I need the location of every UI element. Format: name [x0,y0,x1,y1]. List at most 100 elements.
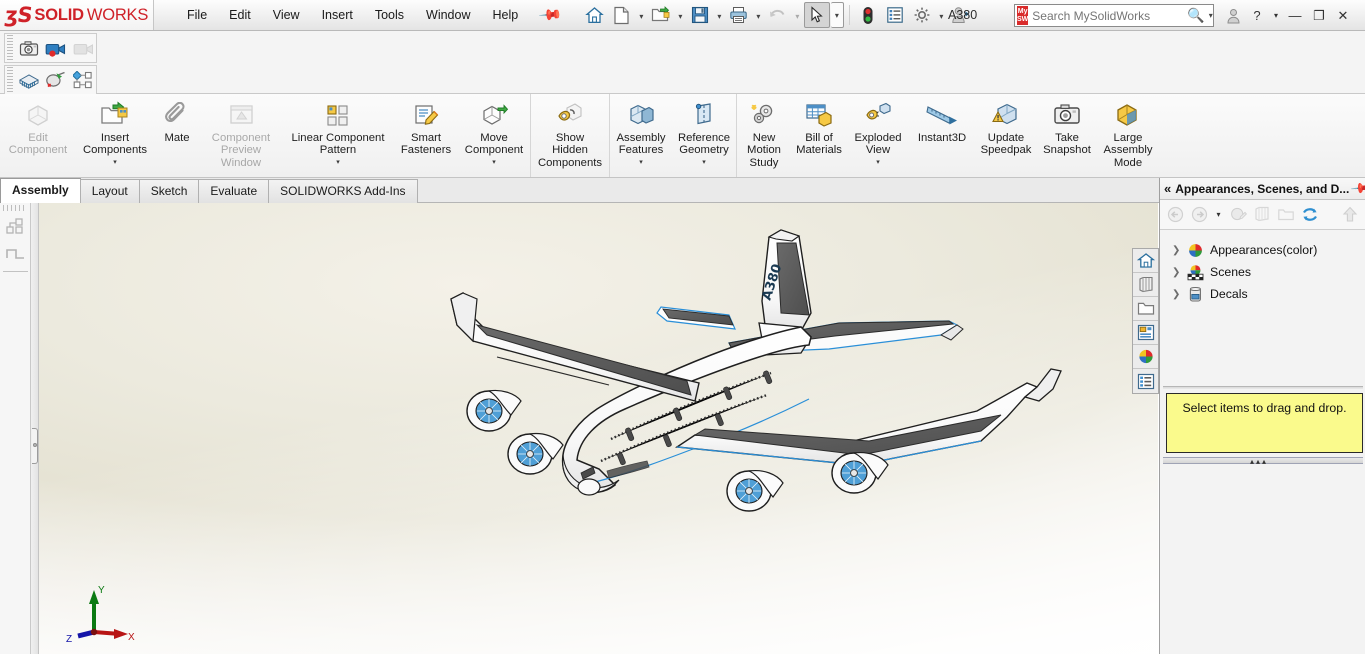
tree-item-appearances[interactable]: ❯ Appearances(color) [1164,239,1365,261]
assembly-features[interactable]: Assembly Features ▾ [610,94,672,177]
feature-manager-icon[interactable] [1133,273,1158,297]
menu-edit[interactable]: Edit [218,4,262,26]
linear-pattern-caret-icon[interactable]: ▾ [336,158,340,166]
assembly-features-caret-icon[interactable]: ▾ [639,158,643,166]
back-arrow-icon[interactable] [1164,203,1187,227]
double-chevron-left-icon[interactable]: « [1164,181,1171,196]
new-motion-study[interactable]: New Motion Study [737,94,791,177]
close-button[interactable]: ✕ [1332,5,1354,26]
tab-layout[interactable]: Layout [79,179,140,203]
update-speedpak[interactable]: Update Speedpak [975,94,1037,177]
task-pane-resize-dots[interactable]: ▴▴▴ [1250,457,1268,466]
component-preview-window[interactable]: Component Preview Window [200,94,282,177]
appearances-sphere-icon[interactable] [1226,203,1249,227]
undo-icon[interactable] [765,2,791,28]
feature-tree-splitter[interactable] [31,203,39,654]
search-caret-icon[interactable]: ▾ [1207,11,1218,20]
select-cursor-icon[interactable] [803,2,830,28]
menu-view[interactable]: View [262,4,311,26]
help-dropdown-caret-icon[interactable]: ▾ [1270,5,1282,26]
sidebar-step-icon[interactable] [0,240,31,267]
search-input[interactable] [1032,8,1188,23]
tab-evaluate[interactable]: Evaluate [198,179,270,203]
move-component[interactable]: Move Component ▾ [458,94,530,177]
home-view-icon[interactable] [1133,249,1158,273]
menu-tools[interactable]: Tools [364,4,415,26]
menu-help[interactable]: Help [482,4,530,26]
account-icon[interactable] [1222,5,1244,26]
magnifier-icon[interactable]: 🔍 [1187,7,1206,24]
up-level-arrow-icon[interactable] [1338,203,1361,227]
save-caret-icon[interactable]: ▾ [714,3,725,27]
print-icon[interactable] [726,2,752,28]
minimize-button[interactable]: — [1284,5,1306,26]
stop-record-icon[interactable] [69,35,96,62]
rebuild-icon[interactable] [855,2,881,28]
mate[interactable]: Mate [154,94,200,177]
decals-folder-icon[interactable] [1274,203,1297,227]
check-sketch-icon[interactable] [42,67,69,94]
flowchart-icon[interactable] [69,67,96,94]
task-pane-divider[interactable] [1163,386,1363,389]
restore-button[interactable]: ❐ [1308,5,1330,26]
edit-component[interactable]: Edit Component [0,94,76,177]
help-question-icon[interactable]: ? [1246,5,1268,26]
print-caret-icon[interactable]: ▾ [753,3,764,27]
sidebar-flowchart-icon[interactable] [0,213,31,240]
splitter-handle-dot[interactable] [33,443,37,447]
tab-sketch[interactable]: Sketch [138,179,200,203]
insert-components[interactable]: Insert Components ▾ [76,94,154,177]
appearances-sphere-icon[interactable] [1133,345,1158,369]
smart-fasteners[interactable]: Smart Fasteners [394,94,458,177]
tree-item-decals[interactable]: ❯ Decals [1164,283,1365,305]
print3d-icon[interactable] [15,67,42,94]
toolbar-grip-2[interactable] [7,67,13,93]
instant3d[interactable]: Instant3D [909,94,975,177]
options-gear-icon[interactable] [909,2,935,28]
scenes-icon[interactable] [1250,203,1273,227]
reference-geometry-caret-icon[interactable]: ▾ [702,158,706,166]
expand-chevron-icon[interactable]: ❯ [1172,245,1181,256]
show-hidden-components[interactable]: Show Hidden Components [531,94,609,177]
file-properties-icon[interactable] [882,2,908,28]
solidworks-logo[interactable]: ʒS SOLID WORKS [0,0,154,30]
expand-chevron-icon-2[interactable]: ❯ [1172,267,1181,278]
exploded-view[interactable]: Exploded View ▾ [847,94,909,177]
new-document-icon[interactable] [609,2,635,28]
graphics-viewport[interactable]: A380 Y X Z [39,203,1158,654]
display-manager-icon[interactable] [1133,321,1158,345]
history-dropdown-caret-icon[interactable]: ▾ [1212,203,1225,227]
expand-chevron-icon-3[interactable]: ❯ [1172,289,1181,300]
tab-solidworks-addins[interactable]: SOLIDWORKS Add-Ins [268,179,418,203]
a380-assembly-model[interactable]: A380 [429,203,1109,543]
configuration-manager-icon[interactable] [1133,369,1158,393]
record-video-icon[interactable] [42,35,69,62]
move-component-caret-icon[interactable]: ▾ [492,158,496,166]
forward-arrow-icon[interactable] [1188,203,1211,227]
screen-capture-icon[interactable] [15,35,42,62]
new-document-caret-icon[interactable]: ▾ [636,3,647,27]
menu-file[interactable]: File [176,4,218,26]
folder-icon[interactable] [1133,297,1158,321]
exploded-view-caret-icon[interactable]: ▾ [876,158,880,166]
take-snapshot[interactable]: Take Snapshot [1037,94,1097,177]
undo-caret-icon[interactable]: ▾ [792,3,803,27]
insert-components-caret-icon[interactable]: ▾ [113,158,117,166]
select-caret-icon[interactable]: ▾ [830,2,844,28]
toolbar-grip[interactable] [7,35,13,61]
open-folder-icon[interactable] [648,2,674,28]
tree-item-scenes[interactable]: ❯ Scenes [1164,261,1365,283]
menu-insert[interactable]: Insert [311,4,364,26]
pin-icon[interactable]: 📌 [538,2,564,28]
search-mysolidworks-box[interactable]: My SW 🔍 ▾ [1014,4,1214,27]
refresh-icon[interactable] [1298,203,1321,227]
large-assembly-mode[interactable]: Large Assembly Mode [1097,94,1159,177]
task-pane-pin-icon[interactable]: 📌 [1350,176,1365,200]
linear-component-pattern[interactable]: Linear Component Pattern ▾ [282,94,394,177]
open-caret-icon[interactable]: ▾ [675,3,686,27]
tab-assembly[interactable]: Assembly [0,178,81,203]
menu-window[interactable]: Window [415,4,481,26]
reference-geometry[interactable]: Reference Geometry ▾ [672,94,736,177]
home-icon[interactable] [582,2,608,28]
options-caret-icon[interactable]: ▾ [936,3,947,27]
